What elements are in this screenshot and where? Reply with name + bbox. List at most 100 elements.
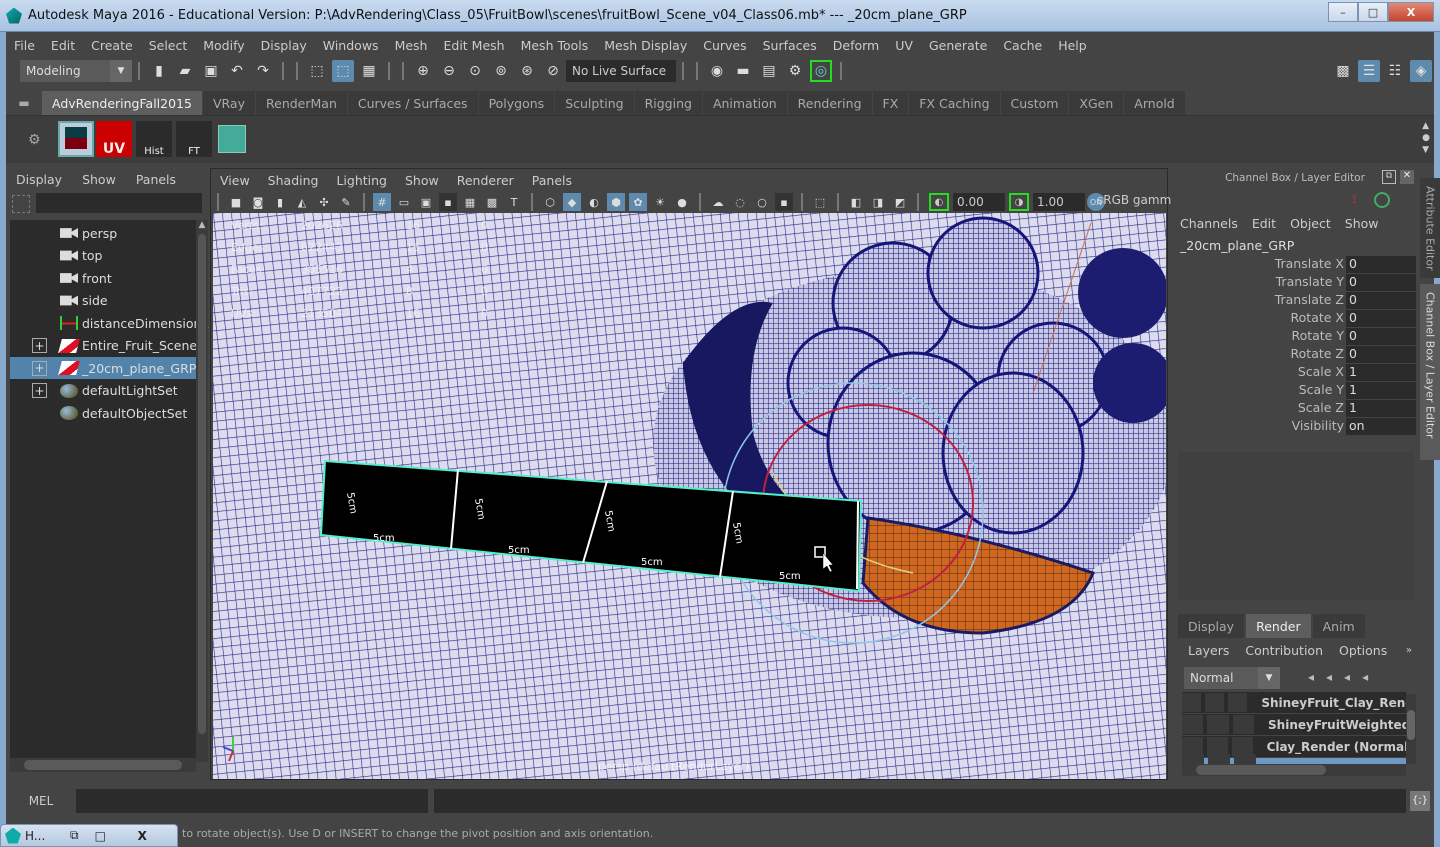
attribute-value-field[interactable]: 1 — [1346, 400, 1416, 417]
channel-attribute-row[interactable]: Visibility on — [1172, 418, 1416, 436]
render-layer-row[interactable]: ShineyFruitWeighted — [1182, 714, 1406, 735]
uv-icon[interactable]: UV — [96, 121, 132, 157]
viewport-menu-panels[interactable]: Panels — [523, 173, 581, 188]
channel-box-layer-editor-tab[interactable]: Channel Box / Layer Editor — [1420, 284, 1440, 460]
menu-surfaces[interactable]: Surfaces — [755, 38, 825, 53]
attribute-value-field[interactable]: 0 — [1346, 256, 1416, 273]
hypershade-icon[interactable]: ◎ — [810, 60, 832, 82]
channel-attribute-row[interactable]: Rotate Z0 — [1172, 346, 1416, 364]
shelf-tab-xgen[interactable]: XGen — [1069, 91, 1124, 115]
snap-point-icon[interactable]: ⊙ — [464, 60, 486, 82]
field-chart-icon[interactable]: ▦ — [461, 193, 479, 211]
float-panel-icon[interactable]: ⧉ — [1382, 170, 1396, 184]
outliner-menu-panels[interactable]: Panels — [126, 172, 186, 187]
channel-box-toggle-icon[interactable]: ☰ — [1358, 60, 1380, 82]
menu-mesh-tools[interactable]: Mesh Tools — [513, 38, 597, 53]
isolate-select-icon[interactable]: ⬚ — [811, 193, 829, 211]
freeze-transform-icon[interactable]: FT — [176, 121, 212, 157]
depth-of-field-icon[interactable]: ▪ — [775, 193, 793, 211]
shelf-tab-advrendering[interactable]: AdvRenderingFall2015 — [42, 91, 202, 115]
smooth-shade-icon[interactable]: ◆ — [563, 193, 581, 211]
layer-tab-display[interactable]: Display — [1178, 614, 1245, 638]
redo-icon[interactable]: ↷ — [252, 60, 274, 82]
attribute-value-field[interactable]: 0 — [1346, 310, 1416, 327]
safe-action-icon[interactable]: ▩ — [483, 193, 501, 211]
exposure-field[interactable]: 0.00 — [953, 193, 1005, 211]
edit-menu[interactable]: Edit — [1252, 216, 1276, 231]
attribute-value-field[interactable]: 0 — [1346, 346, 1416, 363]
anti-aliasing-icon[interactable]: ○ — [753, 193, 771, 211]
shelf-tab-rendering[interactable]: Rendering — [787, 91, 872, 115]
menu-help[interactable]: Help — [1050, 38, 1095, 53]
attribute-name[interactable]: Rotate X — [1291, 310, 1344, 325]
outliner-search-input[interactable] — [36, 193, 202, 213]
menu-uv[interactable]: UV — [887, 38, 921, 53]
outliner-horizontal-scrollbar[interactable] — [10, 758, 196, 772]
scrollbar-thumb[interactable] — [1196, 765, 1326, 775]
default-material-icon[interactable]: ◐ — [585, 193, 603, 211]
scrollbar-thumb[interactable] — [1407, 710, 1415, 740]
layer-tab-render[interactable]: Render — [1246, 614, 1311, 638]
channel-attribute-row[interactable]: Translate X0 — [1172, 256, 1416, 274]
attribute-value-field[interactable]: 0 — [1346, 328, 1416, 345]
menuset-dropdown[interactable]: Modeling ▼ — [20, 60, 132, 82]
shelf-tab-sculpting[interactable]: Sculpting — [555, 91, 634, 115]
close-panel-icon[interactable]: ✕ — [1400, 170, 1414, 184]
manipulator-axis-icon[interactable]: ⟟ — [1352, 192, 1368, 208]
close-button[interactable]: X — [1388, 2, 1434, 22]
expand-icon[interactable]: + — [32, 360, 47, 376]
render-settings-icon[interactable] — [1228, 693, 1248, 712]
recycle-icon[interactable] — [1205, 693, 1225, 712]
command-input[interactable] — [76, 789, 428, 813]
menu-mesh[interactable]: Mesh — [387, 38, 436, 53]
render-layer-row[interactable]: ShineyFruit_Clay_Render — [1182, 692, 1406, 713]
scrollbar-thumb[interactable] — [198, 234, 206, 734]
attribute-editor-tab[interactable]: Attribute Editor — [1420, 178, 1440, 278]
attribute-name[interactable]: Visibility — [1292, 418, 1344, 433]
camera-icon[interactable]: ■ — [227, 193, 245, 211]
cube-shader-icon[interactable] — [58, 121, 94, 157]
textured-icon[interactable]: ✿ — [629, 193, 647, 211]
ipr-render-icon[interactable]: ▤ — [758, 60, 780, 82]
shelf-tab-renderman[interactable]: RenderMan — [256, 91, 347, 115]
menu-edit-mesh[interactable]: Edit Mesh — [435, 38, 512, 53]
safe-title-icon[interactable]: T — [505, 193, 523, 211]
make-live-icon[interactable]: ⊘ — [542, 60, 564, 82]
viewport-menu-renderer[interactable]: Renderer — [448, 173, 523, 188]
screen-space-ao-icon[interactable]: ☁ — [709, 193, 727, 211]
shelf-tab-fx[interactable]: FX — [872, 91, 909, 115]
scroll-up-icon[interactable]: ▲ — [196, 220, 208, 230]
viewport-menu-show[interactable]: Show — [396, 173, 448, 188]
outliner-item[interactable]: defaultObjectSet — [10, 402, 196, 424]
attribute-name[interactable]: Rotate Y — [1291, 328, 1344, 343]
checker-icon[interactable] — [218, 125, 246, 153]
channel-attribute-row[interactable]: Rotate X0 — [1172, 310, 1416, 328]
channel-attribute-row[interactable]: Scale X1 — [1172, 364, 1416, 382]
menu-edit[interactable]: Edit — [43, 38, 83, 53]
select-object-icon[interactable]: ⬚ — [332, 60, 354, 82]
attribute-editor-toggle-icon[interactable]: ◈ — [1410, 60, 1432, 82]
blend-mode-dropdown[interactable]: Normal ▼ — [1184, 667, 1280, 689]
menu-file[interactable]: File — [6, 38, 43, 53]
menu-windows[interactable]: Windows — [315, 38, 387, 53]
wireframe-on-shaded-icon[interactable]: ⬢ — [607, 193, 625, 211]
restore-icon[interactable]: ⧉ — [61, 828, 87, 843]
outliner-item[interactable]: side — [10, 290, 196, 312]
shelf-tab-fx-caching[interactable]: FX Caching — [909, 91, 1000, 115]
shelf-tab-curves-surfaces[interactable]: Curves / Surfaces — [347, 91, 478, 115]
xray-joints-icon[interactable]: ◩ — [891, 193, 909, 211]
grease-pencil-icon[interactable]: ✎ — [337, 193, 355, 211]
render-toggle-icon[interactable] — [1182, 715, 1204, 734]
layer-vertical-scrollbar[interactable] — [1406, 694, 1416, 764]
attribute-name[interactable]: Scale Z — [1298, 400, 1344, 415]
outliner-item[interactable]: + Entire_Fruit_Scene — [10, 335, 197, 357]
minimize-button[interactable]: – — [1328, 2, 1358, 22]
viewport-menu-shading[interactable]: Shading — [259, 173, 328, 188]
gate-mask-icon[interactable]: ▪ — [439, 193, 457, 211]
image-plane-icon[interactable]: ◭ — [293, 193, 311, 211]
outliner-item[interactable]: persp — [10, 222, 196, 244]
speed-icon[interactable] — [1374, 192, 1390, 208]
snap-grid-icon[interactable]: ⊕ — [412, 60, 434, 82]
camera-attributes-icon[interactable]: ◙ — [249, 193, 267, 211]
render-settings-icon[interactable]: ⚙ — [784, 60, 806, 82]
